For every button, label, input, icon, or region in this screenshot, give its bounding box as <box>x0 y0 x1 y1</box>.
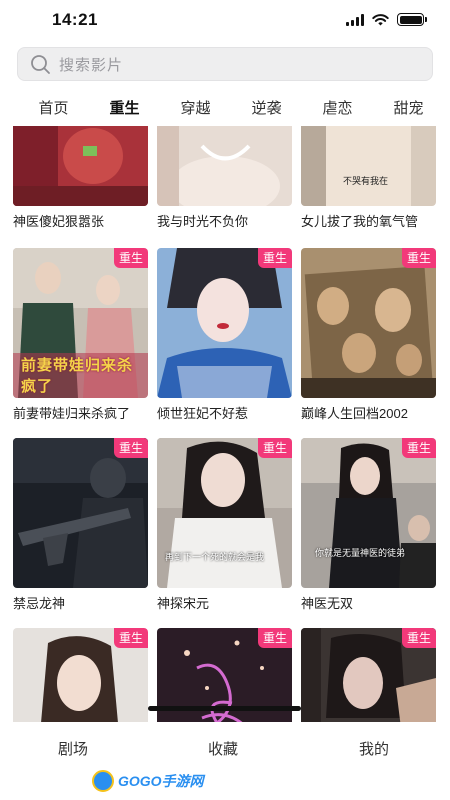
watermark-text: GOGO手游网 <box>118 773 204 789</box>
poster-caption: 你就是无量神医的徒弟 <box>315 548 406 558</box>
watermark: GOGO手游网 <box>92 770 204 792</box>
drama-title: 巅峰人生回档2002 <box>301 406 408 421</box>
home-indicator <box>148 706 301 711</box>
nav-theater[interactable]: 剧场 <box>58 738 88 759</box>
drama-poster[interactable]: 重生 再到下一个死的就会是我 <box>157 438 292 588</box>
drama-card[interactable]: 重生 倾世狂妃不好惹 <box>157 248 292 422</box>
genre-badge: 重生 <box>113 248 148 268</box>
drama-title: 我与时光不负你 <box>157 214 249 229</box>
drama-poster[interactable] <box>157 126 292 206</box>
drama-title: 倾世狂妃不好惹 <box>157 406 249 421</box>
drama-title: 神探宋元 <box>157 596 210 611</box>
drama-card[interactable]: 重生 再到下一个死的就会是我 神探宋元 <box>157 438 292 612</box>
drama-card[interactable]: 重生 <box>13 628 148 722</box>
search-input[interactable]: 搜索影片 <box>17 47 433 81</box>
genre-badge: 重生 <box>401 628 436 648</box>
drama-title: 禁忌龙神 <box>13 596 66 611</box>
drama-card[interactable]: 不哭有我在 女儿拔了我的氧气管 <box>301 126 436 230</box>
tab-rebirth[interactable]: 重生 <box>89 92 160 126</box>
tab-home[interactable]: 首页 <box>18 92 89 126</box>
battery-icon <box>397 13 427 26</box>
watermark-logo-icon <box>92 770 114 792</box>
drama-poster[interactable]: 不哭有我在 <box>301 126 436 206</box>
drama-grid: 神医傻妃狠嚣张 我与时光不负你 不哭有我在 女儿拔了我的氧气管 重生 前妻带娃归… <box>0 126 450 722</box>
bottom-nav: 剧场 收藏 我的 <box>0 722 450 800</box>
drama-card[interactable]: 重生 你就是无量神医的徒弟 神医无双 <box>301 438 436 612</box>
nav-favorites[interactable]: 收藏 <box>208 738 238 759</box>
drama-title: 前妻带娃归来杀疯了 <box>13 406 131 421</box>
tab-time-travel[interactable]: 穿越 <box>160 92 231 126</box>
poster-caption: 不哭有我在 <box>343 176 389 186</box>
genre-badge: 重生 <box>257 628 292 648</box>
genre-badge: 重生 <box>401 248 436 268</box>
status-bar: 14:21 <box>0 0 450 42</box>
genre-badge: 重生 <box>113 438 148 458</box>
tab-comeback[interactable]: 逆袭 <box>231 92 302 126</box>
drama-poster[interactable]: 重生 <box>301 628 436 722</box>
drama-poster[interactable]: 重生 <box>13 628 148 722</box>
category-tabs: 首页 重生 穿越 逆袭 虐恋 甜宠 <box>0 92 450 126</box>
drama-title: 女儿拔了我的氧气管 <box>301 214 419 229</box>
genre-badge: 重生 <box>401 438 436 458</box>
drama-title: 神医傻妃狠嚣张 <box>13 214 105 229</box>
drama-poster[interactable]: 重生 前妻带娃归来杀疯了 <box>13 248 148 398</box>
drama-card[interactable]: 我与时光不负你 <box>157 126 292 230</box>
drama-card[interactable]: 重生 巅峰人生回档2002 <box>301 248 436 422</box>
poster-caption: 前妻带娃归来杀疯了 <box>21 357 134 395</box>
drama-poster[interactable]: 重生 你就是无量神医的徒弟 <box>301 438 436 588</box>
status-time: 14:21 <box>52 10 98 29</box>
drama-card[interactable]: 重生 <box>301 628 436 722</box>
poster-caption: 再到下一个死的就会是我 <box>165 552 265 562</box>
search-icon <box>31 55 50 74</box>
drama-card[interactable]: 神医傻妃狠嚣张 <box>13 126 148 230</box>
drama-poster[interactable]: 重生 <box>13 438 148 588</box>
drama-poster[interactable]: 重生 <box>157 248 292 398</box>
nav-profile[interactable]: 我的 <box>359 738 389 759</box>
drama-card[interactable]: 重生 前妻带娃归来杀疯了 前妻带娃归来杀疯了 <box>13 248 148 422</box>
search-placeholder: 搜索影片 <box>59 56 124 74</box>
tab-sweet[interactable]: 甜宠 <box>373 92 444 126</box>
app-screen: 14:21 搜索影片 首页 重生 穿越 逆袭 虐恋 甜宠 神医傻妃狠嚣张 我与时… <box>0 0 450 800</box>
status-icons <box>346 13 427 26</box>
wifi-icon <box>372 13 389 25</box>
tab-heartbreak[interactable]: 虐恋 <box>302 92 373 126</box>
drama-title: 神医无双 <box>301 596 354 611</box>
genre-badge: 重生 <box>257 248 292 268</box>
genre-badge: 重生 <box>113 628 148 648</box>
drama-poster[interactable]: 重生 <box>301 248 436 398</box>
genre-badge: 重生 <box>257 438 292 458</box>
drama-card[interactable]: 重生 禁忌龙神 <box>13 438 148 612</box>
signal-icon <box>346 13 364 26</box>
drama-poster[interactable] <box>13 126 148 206</box>
